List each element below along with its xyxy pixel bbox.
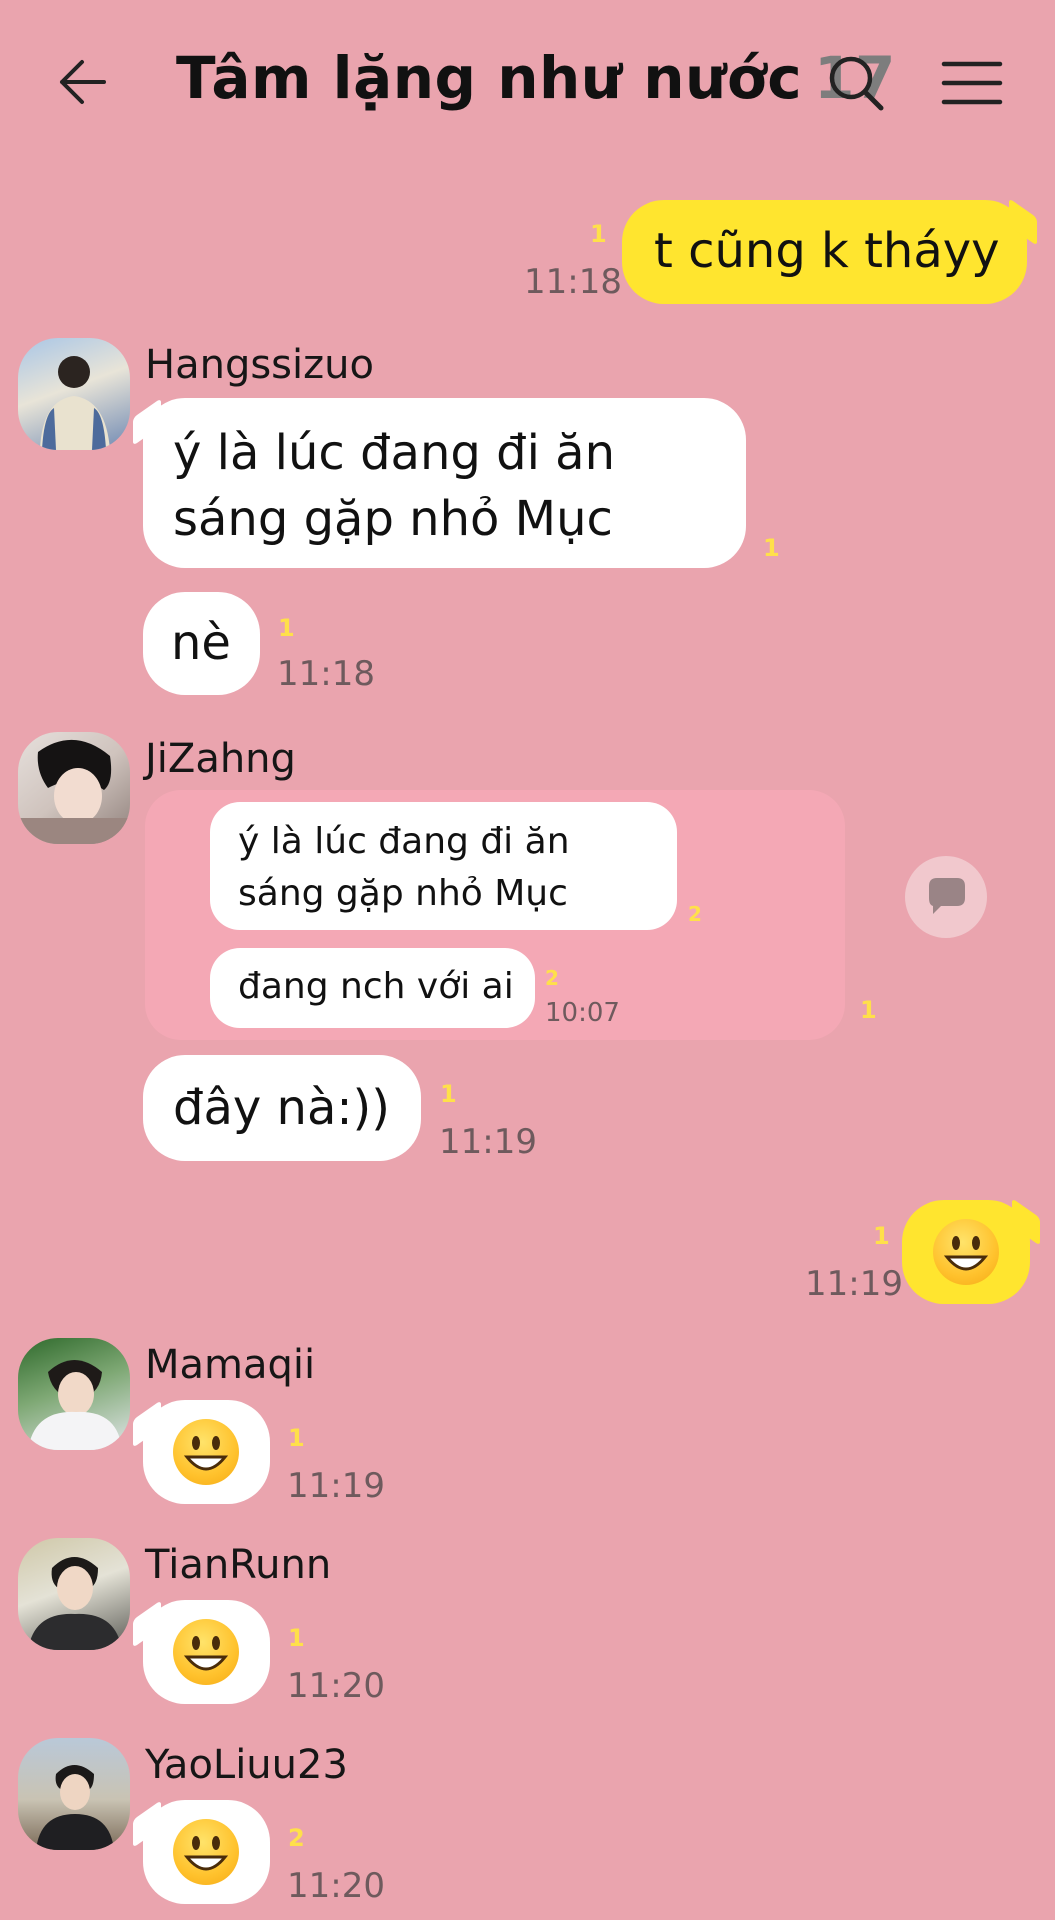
smiley-emoji-icon	[173, 1419, 239, 1485]
emoji-bubble[interactable]	[143, 1600, 270, 1704]
unread-count: 2	[545, 966, 559, 990]
quoted-line: ý là lúc đang đi ăn	[238, 821, 570, 862]
avatar[interactable]	[18, 338, 130, 450]
sender-name: Hangssizuo	[145, 342, 374, 388]
message-line: ý là lúc đang đi ăn	[173, 425, 616, 481]
unread-count: 1	[440, 1080, 457, 1108]
message-time: 11:19	[287, 1466, 385, 1506]
unread-count: 1	[763, 534, 780, 562]
quoted-message[interactable]: ý là lúc đang đi ăn sáng gặp nhỏ Mục	[210, 802, 677, 930]
comment-icon	[929, 878, 965, 914]
avatar[interactable]	[18, 1538, 130, 1650]
emoji-bubble[interactable]	[143, 1800, 270, 1904]
chat-title-text: Tâm lặng như nước	[176, 44, 803, 112]
chat-header: Tâm lặng như nước 17	[0, 0, 1055, 170]
message-bubble[interactable]: t cũng k tháyy	[622, 200, 1027, 304]
comment-button[interactable]	[905, 856, 987, 938]
unread-count: 1	[590, 220, 607, 248]
message-bubble[interactable]: đây nà:))	[143, 1055, 421, 1161]
message-bubble[interactable]: nè	[143, 592, 260, 695]
smiley-emoji-icon	[173, 1819, 239, 1885]
search-button[interactable]	[825, 52, 887, 114]
message-time: 11:20	[287, 1666, 385, 1706]
message-time: 11:18	[524, 262, 622, 302]
emoji-bubble[interactable]	[143, 1400, 270, 1504]
arrow-left-icon	[60, 60, 106, 104]
quoted-message[interactable]: đang nch với ai	[210, 948, 535, 1028]
avatar[interactable]	[18, 1338, 130, 1450]
unread-count: 2	[288, 1824, 305, 1852]
message-bubble[interactable]: ý là lúc đang đi ăn sáng gặp nhỏ Mục	[143, 398, 746, 568]
avatar-image	[28, 1360, 122, 1450]
search-icon	[829, 56, 884, 111]
hamburger-menu-icon	[941, 61, 1003, 105]
back-button[interactable]	[54, 52, 114, 112]
message-time: 11:20	[287, 1866, 385, 1906]
unread-count: 1	[288, 1424, 305, 1452]
avatar[interactable]	[18, 1738, 130, 1850]
unread-count: 1	[278, 614, 295, 642]
menu-button[interactable]	[940, 58, 1004, 108]
sender-name: YaoLiuu23	[145, 1742, 348, 1788]
quoted-line: sáng gặp nhỏ Mục	[238, 873, 568, 914]
chat-title: Tâm lặng như nước 17	[176, 44, 896, 112]
unread-count: 1	[873, 1222, 890, 1250]
unread-count: 1	[860, 996, 877, 1024]
avatar[interactable]	[18, 732, 130, 844]
sender-name: TianRunn	[145, 1542, 332, 1588]
emoji-bubble[interactable]	[902, 1200, 1030, 1304]
unread-count: 1	[288, 1624, 305, 1652]
sender-name: JiZahng	[145, 736, 296, 782]
message-line: sáng gặp nhỏ Mục	[173, 491, 613, 547]
smiley-emoji-icon	[933, 1219, 999, 1285]
avatar-image	[28, 1557, 122, 1650]
unread-count: 2	[688, 902, 702, 926]
avatar-image	[18, 739, 130, 844]
avatar-image	[36, 1765, 114, 1850]
message-time: 11:19	[805, 1264, 903, 1304]
message-time: 10:07	[545, 998, 620, 1028]
smiley-emoji-icon	[173, 1619, 239, 1685]
sender-name: Mamaqii	[145, 1342, 316, 1388]
avatar-image	[40, 356, 110, 450]
message-time: 11:19	[439, 1122, 537, 1162]
message-time: 11:18	[277, 654, 375, 694]
